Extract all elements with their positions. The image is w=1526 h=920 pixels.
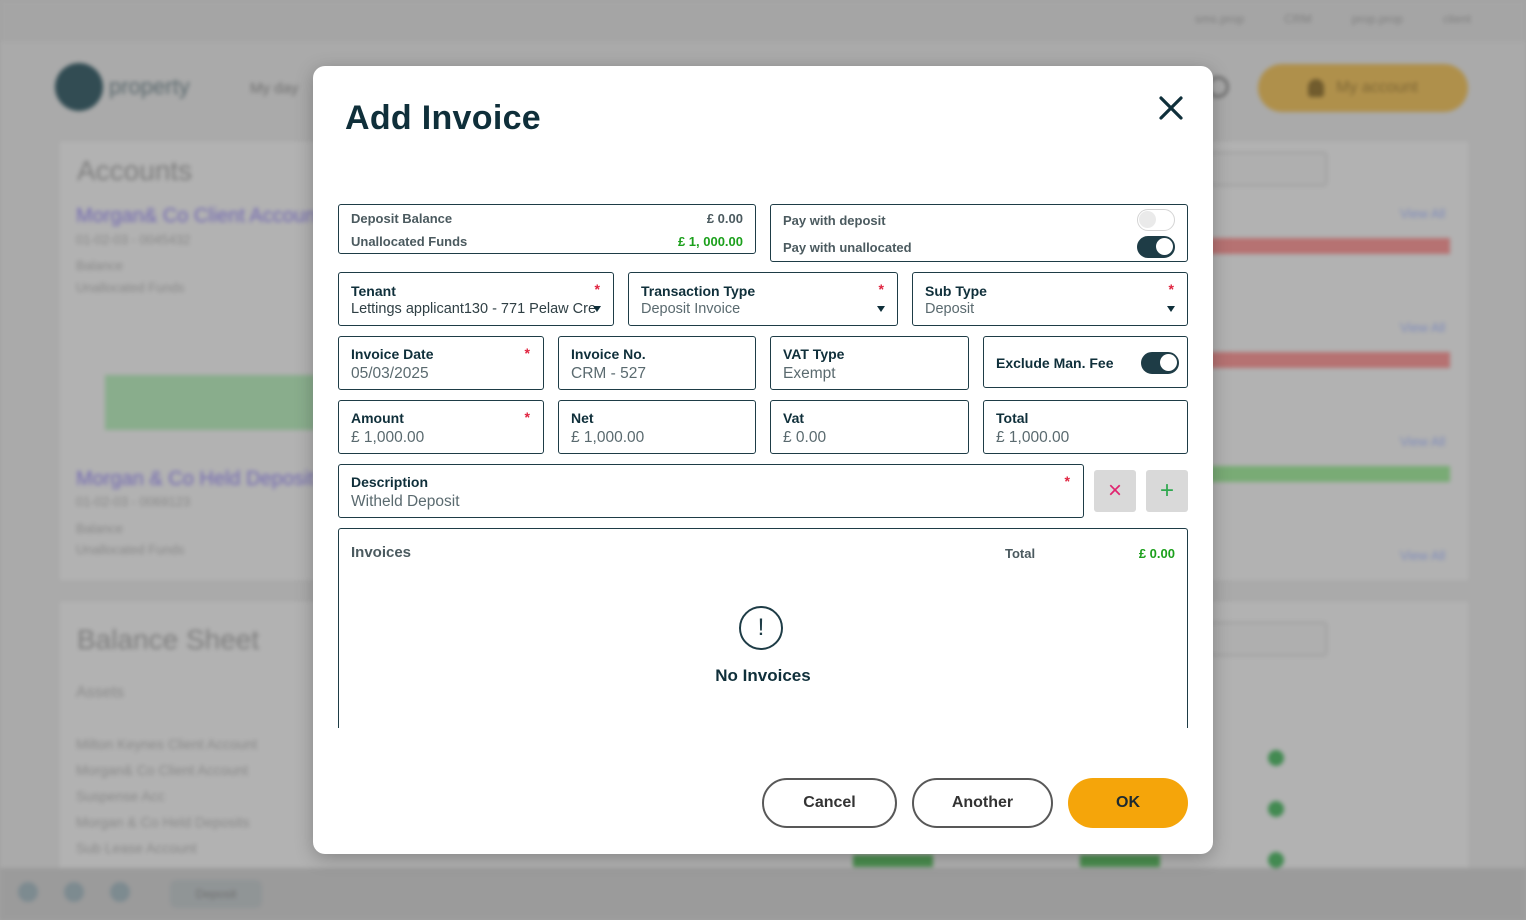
net-value: £ 1,000.00: [571, 429, 645, 446]
close-icon: [1159, 96, 1183, 120]
chevron-down-icon: [877, 306, 885, 312]
total-field[interactable]: Total £ 1,000.00: [983, 400, 1188, 454]
vat-type-value: Exempt: [783, 365, 836, 382]
vat-value: £ 0.00: [783, 429, 827, 446]
invoices-total-label: Total: [1005, 546, 1036, 561]
ok-button[interactable]: OK: [1068, 778, 1188, 828]
invoice-no-field[interactable]: Invoice No. CRM - 527: [558, 336, 756, 390]
toggle-knob: [1160, 354, 1177, 371]
required-mark: *: [594, 281, 600, 297]
invoices-panel: Invoices Total £ 0.00 ! No Invoices: [338, 528, 1188, 728]
tenant-select[interactable]: Tenant * Lettings applicant130 - 771 Pel…: [338, 272, 614, 326]
total-label: Total: [996, 410, 1029, 426]
pay-with-unallocated-label: Pay with unallocated: [783, 240, 912, 255]
no-invoices-text: No Invoices: [715, 666, 811, 685]
amount-field[interactable]: Amount * £ 1,000.00: [338, 400, 544, 454]
tenant-value: Lettings applicant130 - 771 Pelaw Cres: [351, 301, 597, 317]
pay-with-deposit-label: Pay with deposit: [783, 213, 886, 228]
required-mark: *: [524, 345, 530, 361]
close-button[interactable]: [1157, 94, 1185, 122]
amount-label: Amount: [351, 410, 404, 426]
tenant-label: Tenant: [351, 283, 396, 299]
transaction-type-select[interactable]: Transaction Type * Deposit Invoice: [628, 272, 898, 326]
pay-with-deposit-toggle[interactable]: [1137, 209, 1175, 231]
cancel-button[interactable]: Cancel: [762, 778, 897, 828]
invoices-title: Invoices: [351, 544, 412, 561]
transaction-type-label: Transaction Type: [641, 283, 756, 299]
pay-with-box: Pay with deposit Pay with unallocated: [770, 204, 1188, 262]
close-icon: ×: [1107, 477, 1122, 504]
alert-circle-icon: !: [739, 606, 783, 650]
total-value: £ 1,000.00: [996, 429, 1070, 446]
required-mark: *: [1168, 281, 1174, 297]
required-mark: *: [878, 281, 884, 297]
chevron-down-icon: [1167, 306, 1175, 312]
exclude-man-fee-toggle[interactable]: [1141, 352, 1179, 374]
amount-value: £ 1,000.00: [351, 429, 425, 446]
sub-type-value: Deposit: [925, 301, 975, 317]
vat-label: Vat: [783, 410, 805, 426]
exclude-man-fee-label: Exclude Man. Fee: [996, 355, 1114, 371]
invoice-no-label: Invoice No.: [571, 346, 646, 362]
remove-line-button[interactable]: ×: [1094, 470, 1136, 512]
net-field[interactable]: Net £ 1,000.00: [558, 400, 756, 454]
net-label: Net: [571, 410, 594, 426]
deposit-balance-label: Deposit Balance: [351, 211, 453, 226]
invoice-date-value: 05/03/2025: [351, 365, 429, 382]
vat-type-field[interactable]: VAT Type Exempt: [770, 336, 969, 390]
pay-with-unallocated-toggle[interactable]: [1137, 236, 1175, 258]
description-value: Witheld Deposit: [351, 493, 460, 510]
dialog-title: Add Invoice: [345, 99, 541, 137]
sub-type-select[interactable]: Sub Type * Deposit: [912, 272, 1188, 326]
vat-type-label: VAT Type: [783, 346, 845, 362]
exclude-man-fee-box: Exclude Man. Fee: [983, 336, 1188, 388]
unallocated-funds-value: £ 1, 000.00: [677, 234, 743, 249]
transaction-type-value: Deposit Invoice: [641, 301, 741, 317]
unallocated-funds-label: Unallocated Funds: [351, 234, 468, 249]
vat-field[interactable]: Vat £ 0.00: [770, 400, 969, 454]
plus-icon: +: [1159, 477, 1174, 504]
toggle-knob: [1139, 211, 1156, 228]
deposit-balance-value: £ 0.00: [706, 211, 743, 226]
invoice-date-label: Invoice Date: [351, 346, 434, 362]
alert-icon-glyph: !: [757, 614, 765, 641]
invoices-total-value: £ 0.00: [1138, 546, 1175, 561]
chevron-down-icon: [593, 306, 601, 312]
invoice-date-field[interactable]: Invoice Date * 05/03/2025: [338, 336, 544, 390]
add-line-button[interactable]: +: [1146, 470, 1188, 512]
toggle-knob: [1156, 238, 1173, 255]
description-field[interactable]: Description * Witheld Deposit: [338, 464, 1084, 518]
balances-box: Deposit Balance £ 0.00 Unallocated Funds…: [338, 204, 756, 254]
add-invoice-dialog: Add Invoice Deposit Balance £ 0.00 Unall…: [313, 66, 1213, 854]
required-mark: *: [524, 409, 530, 425]
required-mark: *: [1064, 473, 1070, 489]
description-label: Description: [351, 474, 429, 490]
another-button[interactable]: Another: [912, 778, 1053, 828]
invoice-no-value: CRM - 527: [571, 365, 646, 382]
sub-type-label: Sub Type: [925, 283, 987, 299]
